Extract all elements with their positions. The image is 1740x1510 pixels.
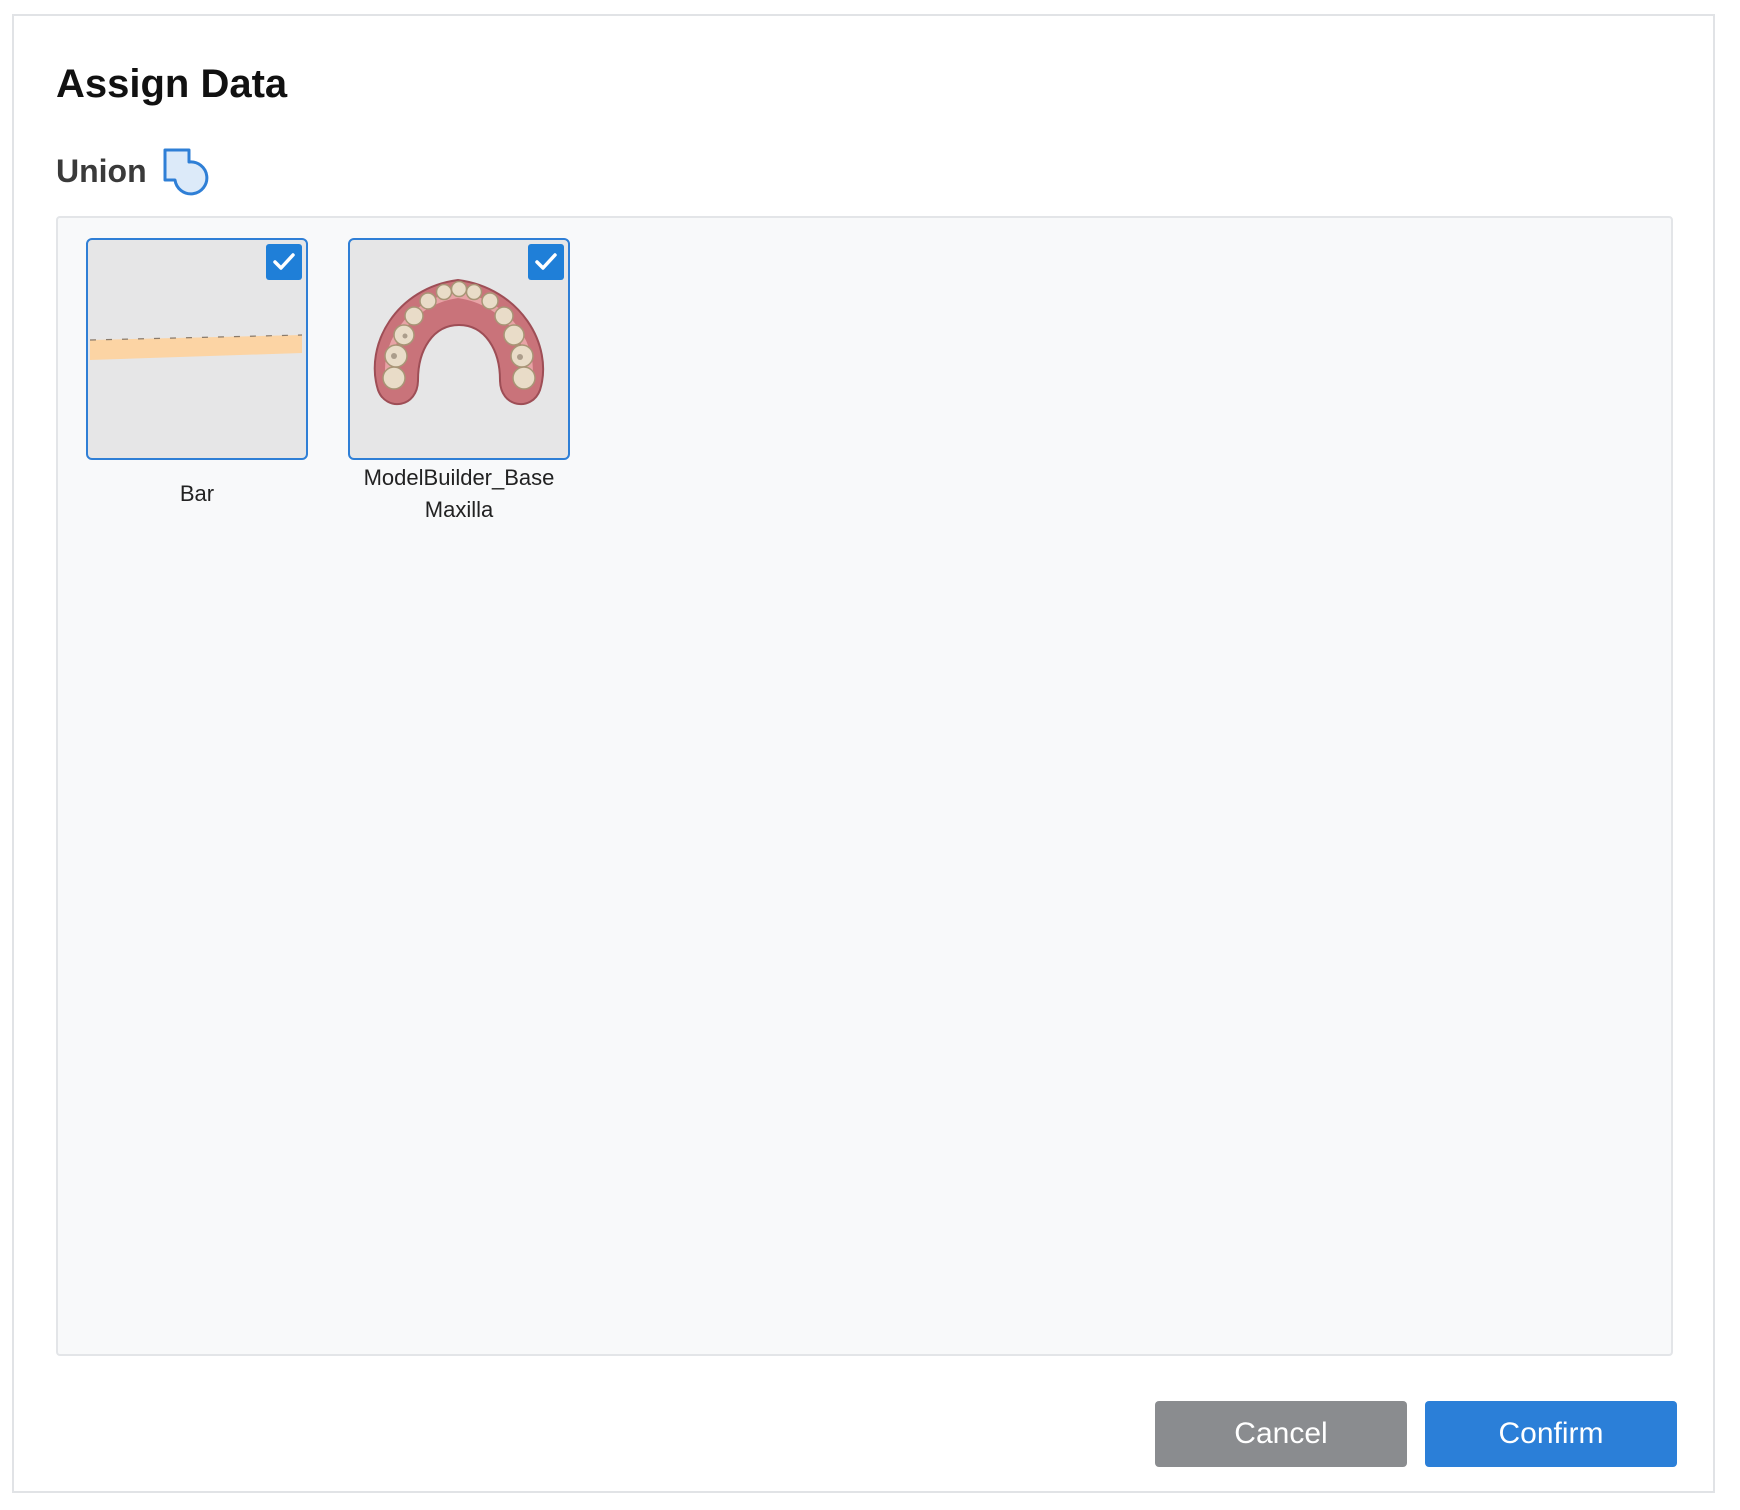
operation-label: Union (56, 153, 147, 189)
dialog-title: Assign Data (56, 62, 288, 106)
item-label-line: Maxilla (424, 497, 494, 522)
data-list-panel: Bar ModelBuilder_Base Maxilla (56, 216, 1673, 1356)
operation-row: Union (56, 141, 211, 201)
data-item-card[interactable]: ModelBuilder_Base Maxilla (348, 238, 570, 526)
item-label-line: ModelBuilder_Base (363, 465, 555, 490)
assign-data-dialog: Assign Data Union Bar ModelBuilder_Base … (12, 14, 1715, 1493)
checkmark-icon (535, 253, 557, 270)
maxilla-thumbnail[interactable] (348, 238, 570, 460)
item-label: ModelBuilder_Base Maxilla (348, 462, 570, 526)
item-label-line: Bar (179, 481, 215, 506)
data-item-card[interactable]: Bar (86, 238, 308, 510)
confirm-button[interactable]: Confirm (1425, 1401, 1677, 1467)
item-checkbox[interactable] (266, 244, 302, 280)
item-checkbox[interactable] (528, 244, 564, 280)
bar-thumbnail[interactable] (86, 238, 308, 460)
cancel-button[interactable]: Cancel (1155, 1401, 1407, 1467)
union-icon (163, 148, 208, 196)
checkmark-icon (273, 253, 295, 270)
item-label: Bar (86, 478, 308, 510)
